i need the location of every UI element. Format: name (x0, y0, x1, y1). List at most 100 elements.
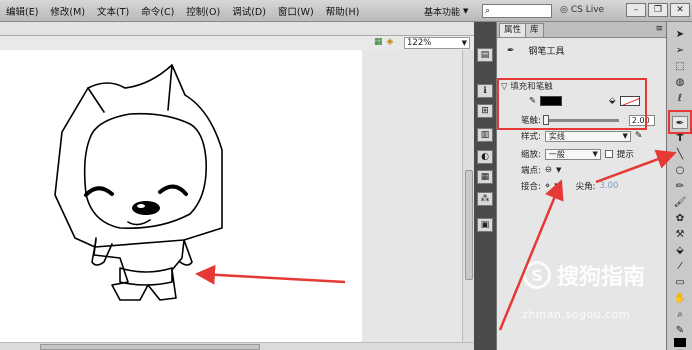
cap-label: 端点: (521, 166, 541, 176)
chevron-down-icon[interactable]: ▼ (556, 166, 561, 174)
join-label: 接合: (521, 182, 541, 192)
workspace-label: 基本功能 (424, 7, 461, 18)
deco-tool-icon[interactable]: ✿ (672, 212, 688, 225)
watermark-url: zhinan.sogou.com (522, 308, 631, 321)
cap-row: 端点: ⊖ ▼ (521, 164, 561, 176)
free-transform-tool-icon[interactable]: ⬚ (672, 60, 688, 73)
zoom-tool-icon[interactable]: ⌕ (672, 308, 688, 321)
cs-live-label: CS Live (570, 5, 605, 15)
library-panel-icon[interactable]: ▤ (477, 48, 493, 62)
menu-debug[interactable]: 调试(D) (226, 4, 272, 18)
join-row: 接合: ⋄ ▼ 尖角: 3.00 (521, 180, 618, 192)
panel-menu-icon[interactable]: ≡ (655, 24, 663, 34)
panel-tab-bar: 属性 库 ≡ (497, 22, 667, 38)
stroke-settings-highlight (497, 78, 647, 130)
menu-commands[interactable]: 命令(C) (135, 4, 180, 18)
cap-style-icon[interactable]: ⊖ (545, 165, 552, 175)
fox-head-outline (54, 64, 223, 248)
window-controls: – ❐ ✕ (626, 3, 690, 17)
miter-value[interactable]: 3.00 (599, 181, 618, 191)
style-value: 实线 (548, 131, 565, 141)
edit-scene-icon[interactable]: ▦ (374, 37, 383, 47)
subselection-tool-icon[interactable]: ➢ (672, 44, 688, 57)
motion-presets-panel-icon[interactable]: ▣ (477, 218, 493, 232)
chevron-down-icon[interactable]: ▼ (554, 182, 559, 190)
stroke-color-tool-icon[interactable]: ✎ (672, 324, 688, 337)
horizontal-scroll-thumb[interactable] (40, 344, 260, 350)
fox-drawing (54, 64, 223, 301)
properties-panel: 属性 库 ≡ ✒ 钢笔工具 ▽ 填充和笔触 ✎ ⬙ 笔触: 2.00 样式: 实… (496, 22, 667, 350)
eyedropper-tool-icon[interactable]: ⁄ (672, 260, 688, 273)
components-panel-icon[interactable]: ⁂ (477, 192, 493, 206)
hint-checkbox[interactable] (604, 150, 613, 158)
fox-left-ear (87, 87, 105, 113)
watermark-brand: 搜狗指南 (557, 265, 646, 290)
selection-tool-icon[interactable]: ➤ (672, 28, 688, 41)
flash-workspace: 编辑(E) 修改(M) 文本(T) 命令(C) 控制(O) 调试(D) 窗口(W… (0, 0, 692, 350)
workspace-switcher[interactable]: 基本功能 ▼ (424, 3, 476, 19)
line-tool-icon[interactable]: ╲ (672, 148, 688, 161)
restore-icon[interactable]: ❐ (648, 3, 668, 17)
sogou-logo-icon: S (523, 261, 551, 289)
scale-value: 一般 (548, 149, 565, 159)
paint-bucket-tool-icon[interactable]: ⬙ (672, 244, 688, 257)
vertical-scrollbar[interactable] (462, 50, 474, 342)
color-panel-icon[interactable]: ◐ (477, 150, 493, 164)
minimize-icon[interactable]: – (626, 3, 646, 17)
close-icon[interactable]: ✕ (670, 3, 690, 17)
document-tab-bar (0, 22, 474, 36)
menu-control[interactable]: 控制(O) (180, 4, 226, 18)
menu-window[interactable]: 窗口(W) (272, 4, 320, 18)
edit-symbol-icon[interactable]: ◈ (387, 37, 394, 47)
watermark: S 搜狗指南 (523, 259, 645, 291)
vertical-scroll-thumb[interactable] (465, 170, 473, 280)
scale-row: 缩放: 一般 ▼ 提示 (521, 148, 634, 160)
tab-properties[interactable]: 属性 (499, 23, 527, 37)
tab-library[interactable]: 库 (525, 23, 544, 37)
hand-tool-icon[interactable]: ✋ (672, 292, 688, 305)
style-dropdown[interactable]: 实线 ▼ (544, 130, 631, 142)
menu-text[interactable]: 文本(T) (91, 4, 135, 18)
lasso-tool-icon[interactable]: ℓ (672, 92, 688, 105)
chevron-down-icon: ▼ (592, 149, 598, 158)
scale-dropdown[interactable]: 一般 ▼ (544, 148, 601, 160)
search-input[interactable]: ⌕ (482, 4, 552, 18)
3d-rotation-tool-icon[interactable]: ◍ (672, 76, 688, 89)
menu-help[interactable]: 帮助(H) (320, 4, 366, 18)
fox-eye-right (158, 184, 188, 196)
menu-edit[interactable]: 编辑(E) (0, 4, 44, 18)
edit-bar-icons: ▦ ◈ (374, 37, 393, 47)
menu-modify[interactable]: 修改(M) (44, 4, 91, 18)
fox-mouth (127, 219, 151, 226)
oval-tool-icon[interactable]: ○ (672, 164, 688, 177)
swatches-panel-icon[interactable]: ▦ (477, 170, 493, 184)
bone-tool-icon[interactable]: ⚒ (672, 228, 688, 241)
panel-dock-strip: ▤ ℹ ⊞ ▥ ◐ ▦ ⁂ ▣ (474, 22, 496, 350)
pencil-tool-icon[interactable]: ✏ (672, 180, 688, 193)
tools-panel: ➤ ➢ ⬚ ◍ ℓ ✒ T ╲ ○ ✏ 🖌 ✿ ⚒ ⬙ ⁄ ▭ ✋ ⌕ ✎ (666, 22, 692, 350)
style-label: 样式: (521, 132, 541, 142)
eraser-tool-icon[interactable]: ▭ (672, 276, 688, 289)
horizontal-scrollbar[interactable] (0, 342, 474, 350)
align-panel-icon[interactable]: ▥ (477, 128, 493, 142)
stage-canvas[interactable] (0, 50, 362, 342)
pasteboard (362, 50, 462, 342)
miter-label: 尖角: (575, 182, 596, 192)
chevron-down-icon: ▼ (622, 131, 628, 140)
zoom-select[interactable]: 122% ▼ (404, 37, 470, 49)
fox-eye-left (84, 186, 114, 197)
info-panel-icon[interactable]: ℹ (477, 84, 493, 98)
edit-stroke-style-icon[interactable]: ✎ (635, 131, 643, 141)
join-style-icon[interactable]: ⋄ (545, 181, 550, 191)
transform-panel-icon[interactable]: ⊞ (477, 104, 493, 118)
stroke-color-chip[interactable] (674, 338, 686, 347)
scale-label: 缩放: (521, 150, 541, 160)
edit-bar (0, 36, 474, 50)
fox-right-ear (167, 64, 173, 111)
cs-live-button[interactable]: ◎ CS Live (560, 5, 604, 15)
cs-live-icon: ◎ (560, 5, 568, 15)
brush-tool-icon[interactable]: 🖌 (672, 196, 688, 209)
pen-tool-highlight (668, 110, 692, 134)
pen-tool-icon: ✒ (507, 45, 515, 56)
chevron-down-icon: ▼ (463, 7, 469, 15)
